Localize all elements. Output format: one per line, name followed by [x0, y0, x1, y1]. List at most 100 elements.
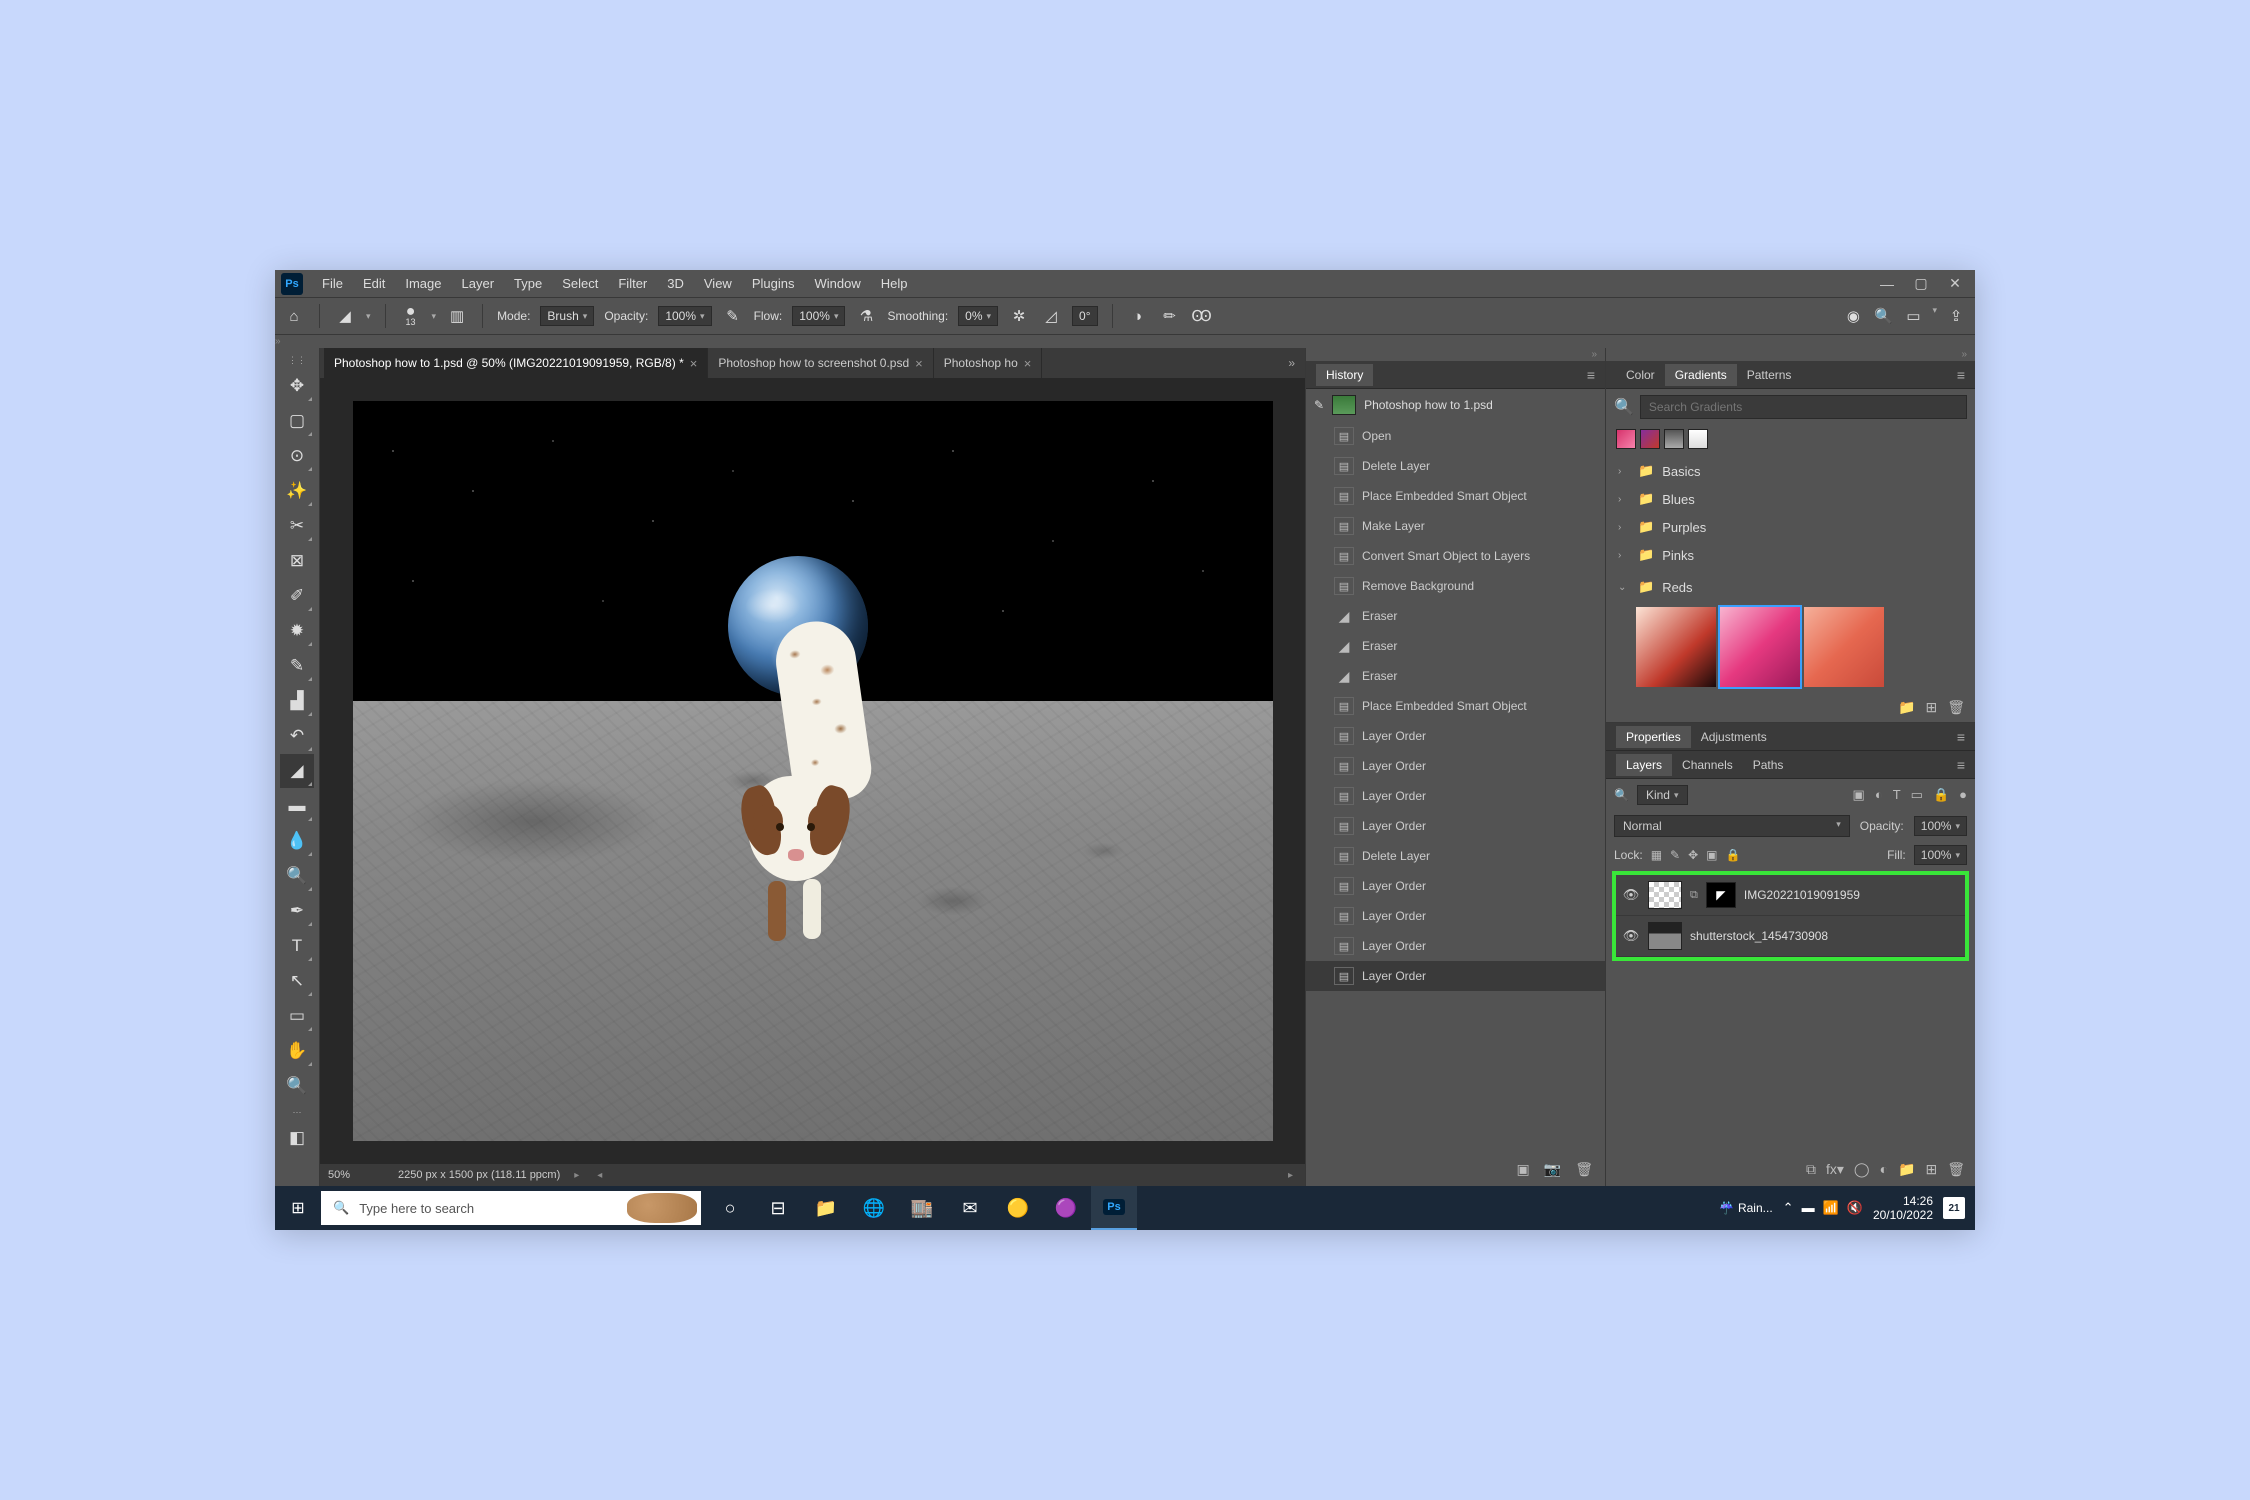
gradient-swatch[interactable]	[1688, 429, 1708, 449]
delete-state-icon[interactable]: 🗑	[1575, 1161, 1593, 1178]
history-state[interactable]: ▤Place Embedded Smart Object	[1306, 481, 1605, 511]
volume-icon[interactable]: 🔇	[1847, 1200, 1863, 1216]
gradient-preset[interactable]	[1720, 607, 1800, 687]
menu-3d[interactable]: 3D	[658, 272, 693, 295]
start-button[interactable]: ⊞	[275, 1198, 321, 1218]
layer-visibility-icon[interactable]: 👁	[1622, 887, 1640, 903]
mask-link-icon[interactable]: ⧉	[1690, 889, 1698, 902]
tray-chevron-icon[interactable]: ⌃	[1783, 1200, 1794, 1216]
maximize-button[interactable]: ▢	[1907, 274, 1935, 294]
history-state[interactable]: ▤Layer Order	[1306, 811, 1605, 841]
layer-fill-input[interactable]: 100%▾	[1914, 845, 1967, 865]
smoothing-gear-icon[interactable]: ✲	[1008, 305, 1030, 327]
crop-tool[interactable]: ✂	[280, 509, 314, 543]
hand-tool[interactable]: ✋	[280, 1034, 314, 1068]
erase-history-icon[interactable]: ◑	[1127, 305, 1149, 327]
close-tab-icon[interactable]: ×	[690, 356, 698, 371]
properties-menu-icon[interactable]: ≡	[1957, 729, 1965, 745]
history-state[interactable]: ▤Delete Layer	[1306, 451, 1605, 481]
history-state[interactable]: ▤Make Layer	[1306, 511, 1605, 541]
history-tab[interactable]: History	[1316, 364, 1373, 386]
gradient-folder[interactable]: ›📁Pinks	[1606, 541, 1975, 569]
channels-tab[interactable]: Channels	[1672, 754, 1743, 776]
cortana-icon[interactable]: ○	[707, 1186, 753, 1230]
magic-wand-tool[interactable]: ✨	[280, 474, 314, 508]
shape-tool[interactable]: ▭	[280, 999, 314, 1033]
filter-type-icon[interactable]: T	[1893, 787, 1901, 803]
collapse-right-icon[interactable]: »	[1961, 349, 1967, 360]
minimize-button[interactable]: —	[1873, 274, 1901, 294]
menu-image[interactable]: Image	[396, 272, 450, 295]
pressure-size-icon[interactable]: ✏	[1159, 305, 1181, 327]
gradient-swatch[interactable]	[1640, 429, 1660, 449]
close-tab-icon[interactable]: ×	[1024, 356, 1032, 371]
share-icon[interactable]: ⇪	[1945, 305, 1967, 327]
path-select-tool[interactable]: ↖	[280, 964, 314, 998]
document-tab[interactable]: Photoshop ho×	[934, 348, 1043, 378]
history-state[interactable]: ▤Open	[1306, 421, 1605, 451]
lock-all-icon[interactable]: 🔒	[1726, 848, 1741, 862]
new-folder-icon[interactable]: 📁	[1898, 699, 1915, 716]
status-menu-icon[interactable]: ▸	[570, 1170, 583, 1181]
gradient-tool[interactable]: ▬	[280, 789, 314, 823]
lock-artboard-icon[interactable]: ▣	[1706, 848, 1717, 862]
history-menu-icon[interactable]: ≡	[1587, 367, 1595, 383]
menu-filter[interactable]: Filter	[609, 272, 656, 295]
layer-visibility-icon[interactable]: 👁	[1622, 928, 1640, 944]
mail-icon[interactable]: ✉	[947, 1186, 993, 1230]
delete-gradient-icon[interactable]: 🗑	[1947, 699, 1965, 716]
menu-help[interactable]: Help	[872, 272, 917, 295]
adjustments-tab[interactable]: Adjustments	[1691, 726, 1777, 748]
layer-opacity-input[interactable]: 100%▾	[1914, 816, 1967, 836]
layer-fx-icon[interactable]: fx▾	[1826, 1161, 1844, 1178]
patterns-tab[interactable]: Patterns	[1737, 364, 1802, 386]
menu-window[interactable]: Window	[805, 272, 869, 295]
filter-toggle-icon[interactable]: ●	[1959, 787, 1967, 803]
layer-group-icon[interactable]: 📁	[1898, 1161, 1915, 1178]
gradients-tab[interactable]: Gradients	[1665, 364, 1737, 386]
gradient-swatch[interactable]	[1616, 429, 1636, 449]
new-layer-icon[interactable]: ⊞	[1925, 1161, 1937, 1178]
gradient-folder[interactable]: ›📁Purples	[1606, 513, 1975, 541]
history-state[interactable]: ▤Delete Layer	[1306, 841, 1605, 871]
menu-select[interactable]: Select	[553, 272, 607, 295]
color-swap-icon[interactable]: ◧	[280, 1121, 314, 1155]
home-icon[interactable]: ⌂	[283, 305, 305, 327]
flow-input[interactable]: 100%▾	[792, 306, 845, 326]
opacity-input[interactable]: 100%▾	[658, 306, 711, 326]
lasso-tool[interactable]: ⊙	[280, 439, 314, 473]
filter-shape-icon[interactable]: ▭	[1911, 787, 1923, 803]
snapshot-icon[interactable]: 📷	[1544, 1161, 1561, 1178]
dodge-tool[interactable]: 🔍	[280, 859, 314, 893]
new-doc-from-state-icon[interactable]: ▣	[1517, 1161, 1530, 1178]
history-state[interactable]: ▤Convert Smart Object to Layers	[1306, 541, 1605, 571]
smoothing-input[interactable]: 0%▾	[958, 306, 998, 326]
gradients-search-input[interactable]	[1640, 395, 1967, 419]
close-button[interactable]: ✕	[1941, 274, 1969, 294]
taskbar-search[interactable]: 🔍 Type here to search	[321, 1191, 701, 1225]
gradient-folder[interactable]: ›📁Basics	[1606, 457, 1975, 485]
layer-name[interactable]: IMG20221019091959	[1744, 888, 1860, 902]
new-gradient-icon[interactable]: ⊞	[1925, 699, 1937, 716]
eyedropper-tool[interactable]: ✐	[280, 579, 314, 613]
tools-grip-icon[interactable]: ⋮⋮	[288, 355, 306, 366]
brush-panel-icon[interactable]: ▥	[446, 305, 468, 327]
eraser-tool[interactable]: ◢	[280, 754, 314, 788]
history-state[interactable]: ◢Eraser	[1306, 631, 1605, 661]
pressure-opacity-icon[interactable]: ✎	[722, 305, 744, 327]
document-tab[interactable]: Photoshop how to 1.psd @ 50% (IMG2022101…	[324, 348, 708, 378]
zoom-tool[interactable]: 🔍	[280, 1069, 314, 1103]
history-state[interactable]: ▤Layer Order	[1306, 871, 1605, 901]
history-brush-source-icon[interactable]: ✎	[1314, 398, 1324, 412]
gradients-menu-icon[interactable]: ≡	[1957, 367, 1965, 383]
brush-tool[interactable]: ✎	[280, 649, 314, 683]
clock[interactable]: 14:26 20/10/2022	[1873, 1194, 1933, 1223]
history-state[interactable]: ◢Eraser	[1306, 601, 1605, 631]
photoshop-taskbar-icon[interactable]: Ps	[1091, 1186, 1137, 1230]
close-tab-icon[interactable]: ×	[915, 356, 923, 371]
link-layers-icon[interactable]: ⧉	[1806, 1161, 1816, 1178]
layer-filter-kind[interactable]: Kind▾	[1637, 785, 1688, 805]
airbrush-icon[interactable]: ⚗	[855, 305, 877, 327]
layer-mask-thumb[interactable]: ◤	[1706, 882, 1736, 908]
collapse-left-icon[interactable]: »	[275, 336, 281, 347]
